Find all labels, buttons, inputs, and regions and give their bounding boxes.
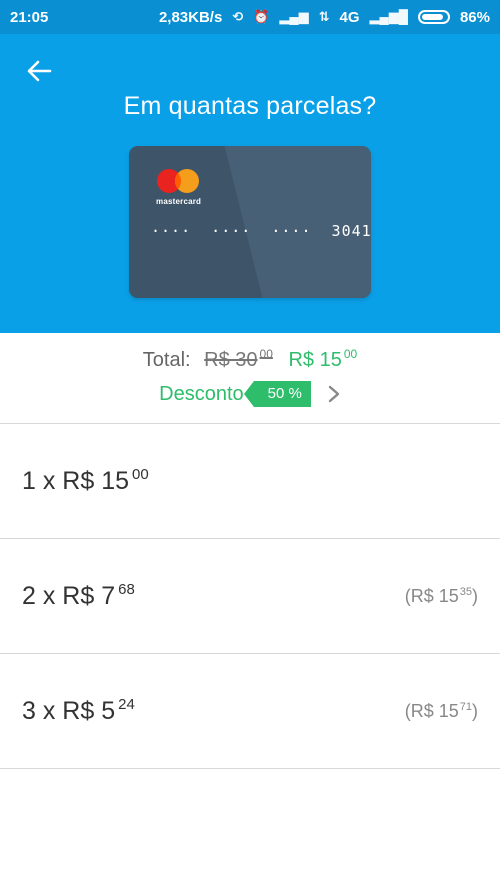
- back-button[interactable]: [22, 56, 56, 86]
- discount-label: Desconto: [159, 382, 244, 405]
- network-type: 4G: [339, 8, 360, 26]
- status-time: 21:05: [10, 8, 49, 26]
- total-line: Total: R$ 30 00 R$ 15 00: [0, 347, 500, 372]
- status-bar: 21:05 2,83KB/s ⟲ ⏰ ▂▄▆ ⇅ 4G ▂▄▆█ 86%: [0, 0, 500, 34]
- discounted-price-cents: 00: [343, 347, 358, 361]
- original-price: R$ 30 00: [204, 347, 273, 371]
- original-price-value: R$ 30: [204, 349, 258, 371]
- installment-option-1[interactable]: 1 x R$ 15 00: [0, 424, 500, 539]
- status-indicators: 2,83KB/s ⟲ ⏰ ▂▄▆ ⇅ 4G ▂▄▆█ 86%: [159, 9, 490, 26]
- card-number: ···· ···· ···· 3041: [151, 222, 371, 240]
- installment-value: 1 x R$ 15: [22, 467, 130, 495]
- installment-total: (R$ 1571): [405, 701, 478, 722]
- discounted-price-value: R$ 15: [288, 349, 342, 371]
- installment-cents: 68: [118, 581, 135, 598]
- installment-total-cents: 71: [459, 701, 472, 713]
- data-transfer-icon: ⇅: [318, 9, 330, 24]
- card-brand: mastercard: [156, 197, 202, 206]
- signal-icon: ▂▄▆: [279, 9, 309, 24]
- discount-row[interactable]: Desconto 50 %: [0, 381, 500, 407]
- installment-total-cents: 35: [459, 586, 472, 598]
- discount-badge: 50 %: [243, 381, 311, 407]
- battery-level: 86%: [459, 8, 490, 26]
- total-section: Total: R$ 30 00 R$ 15 00 Desconto 50 %: [0, 333, 500, 424]
- installment-cents: 00: [132, 466, 149, 483]
- installment-cents: 24: [118, 696, 135, 713]
- installment-total: (R$ 1535): [405, 586, 478, 607]
- signal-strong-icon: ▂▄▆█: [369, 9, 408, 24]
- installment-total-close: ): [472, 586, 478, 606]
- credit-card: mastercard ···· ···· ···· 3041: [129, 146, 371, 298]
- battery-icon: [417, 10, 450, 24]
- installment-total-value: (R$ 15: [404, 586, 459, 606]
- sync-off-icon: ⟲: [232, 9, 244, 24]
- page-title: Em quantas parcelas?: [123, 92, 377, 120]
- original-price-cents: 00: [259, 347, 273, 361]
- installment-amount: 3 x R$ 5 24: [22, 696, 135, 726]
- chevron-right-icon: [328, 385, 340, 403]
- arrow-left-icon: [27, 60, 52, 82]
- network-speed: 2,83KB/s: [158, 8, 223, 26]
- installment-amount: 1 x R$ 15 00: [22, 466, 149, 496]
- installment-total-value: (R$ 15: [404, 701, 459, 721]
- header: Em quantas parcelas? mastercard ···· ···…: [0, 34, 500, 333]
- installment-value: 2 x R$ 7: [22, 582, 116, 610]
- installment-value: 3 x R$ 5: [22, 697, 116, 725]
- discounted-price: R$ 15 00: [288, 347, 358, 371]
- total-label: Total:: [142, 349, 191, 371]
- installment-option-2[interactable]: 2 x R$ 7 68 (R$ 1535): [0, 539, 500, 654]
- installment-amount: 2 x R$ 7 68: [22, 581, 135, 611]
- installment-total-close: ): [472, 701, 478, 721]
- alarm-icon: ⏰: [253, 9, 270, 24]
- installment-option-3[interactable]: 3 x R$ 5 24 (R$ 1571): [0, 654, 500, 769]
